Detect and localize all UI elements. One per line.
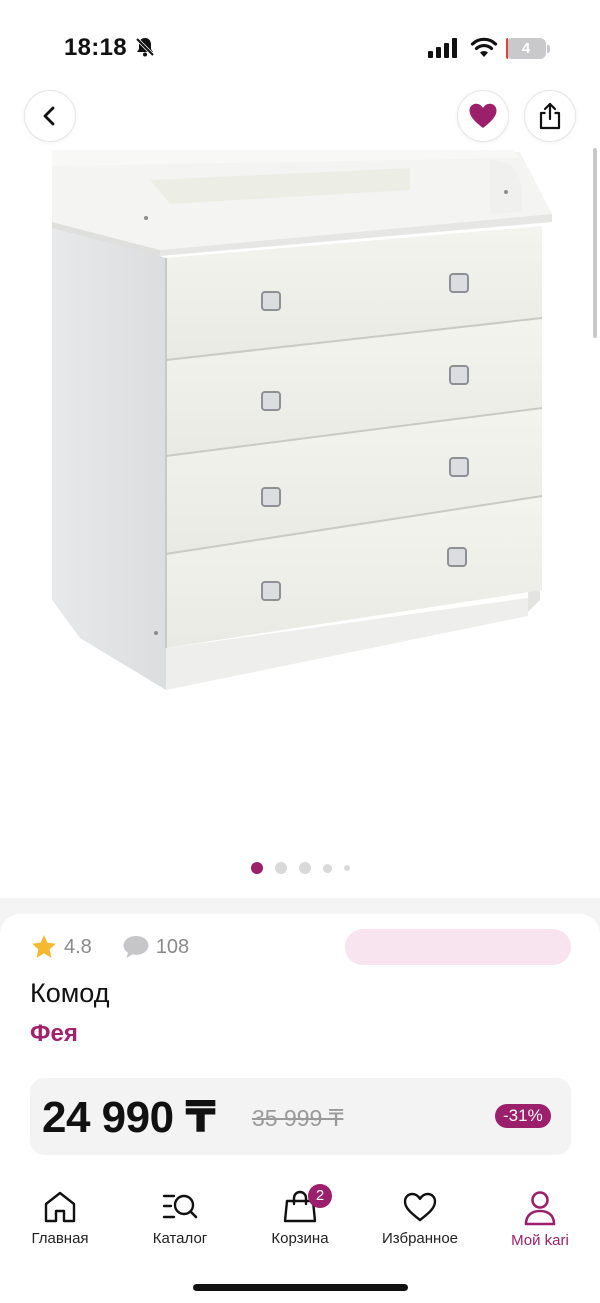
home-icon <box>44 1191 76 1223</box>
share-icon <box>539 102 561 130</box>
chevron-left-icon <box>43 106 55 126</box>
gallery-dot[interactable] <box>298 862 311 874</box>
battery-cap <box>547 45 550 53</box>
brand-link[interactable]: Фея <box>30 1020 78 1048</box>
gallery-dot[interactable] <box>322 863 332 873</box>
back-button[interactable] <box>24 90 76 142</box>
heart-outline-icon <box>403 1192 437 1222</box>
gallery-pagination[interactable] <box>0 862 600 874</box>
reviews-count: 108 <box>155 935 190 958</box>
promo-pill[interactable] <box>345 929 571 965</box>
tab-home[interactable]: Главная <box>0 1190 120 1254</box>
discount-badge: -31% <box>495 1104 551 1128</box>
rating-row[interactable]: 4.8 108 <box>30 932 189 962</box>
heart-filled-icon <box>469 103 497 128</box>
dresser-image <box>52 150 552 690</box>
bell-muted-icon <box>135 37 155 57</box>
product-title: Комод <box>30 978 110 1008</box>
catalog-search-icon <box>162 1194 198 1219</box>
tab-favorites-label: Избранное <box>381 1230 459 1247</box>
battery-percent: 4 <box>521 40 531 57</box>
status-time: 18:18 <box>64 34 127 61</box>
tab-catalog-label: Каталог <box>152 1230 208 1247</box>
rating-value: 4.8 <box>64 935 92 958</box>
price-box: 24 990 ₸ 35 999 ₸ -31% <box>30 1078 571 1155</box>
tab-my-kari[interactable]: Мой kari <box>480 1190 600 1254</box>
tab-favorites[interactable]: Избранное <box>360 1190 480 1254</box>
tab-cart-label: Корзина <box>271 1230 329 1247</box>
share-button[interactable] <box>524 90 576 142</box>
tab-my-kari-label: Мой kari <box>511 1232 569 1249</box>
cart-count-badge: 2 <box>308 1184 332 1208</box>
home-indicator <box>193 1284 408 1291</box>
gallery-dot[interactable] <box>250 862 263 874</box>
product-image[interactable] <box>0 140 600 840</box>
status-bar: 18:18 4 <box>0 0 600 96</box>
profile-icon <box>524 1191 556 1226</box>
gallery-dot[interactable] <box>343 865 350 871</box>
tab-cart[interactable]: 2 Корзина <box>240 1184 360 1254</box>
favorite-button[interactable] <box>457 90 509 142</box>
gallery-dot[interactable] <box>274 862 287 874</box>
current-price: 24 990 ₸ <box>42 1093 216 1142</box>
tab-catalog[interactable]: Каталог <box>120 1190 240 1254</box>
gallery-scrollbar[interactable] <box>593 148 597 338</box>
battery-indicator: 4 <box>506 38 546 59</box>
tab-home-label: Главная <box>31 1230 89 1247</box>
cellular-signal-icon <box>428 38 457 58</box>
star-icon <box>32 935 56 958</box>
comment-icon <box>123 936 149 958</box>
old-price: 35 999 ₸ <box>252 1105 344 1131</box>
wifi-icon <box>470 37 498 57</box>
